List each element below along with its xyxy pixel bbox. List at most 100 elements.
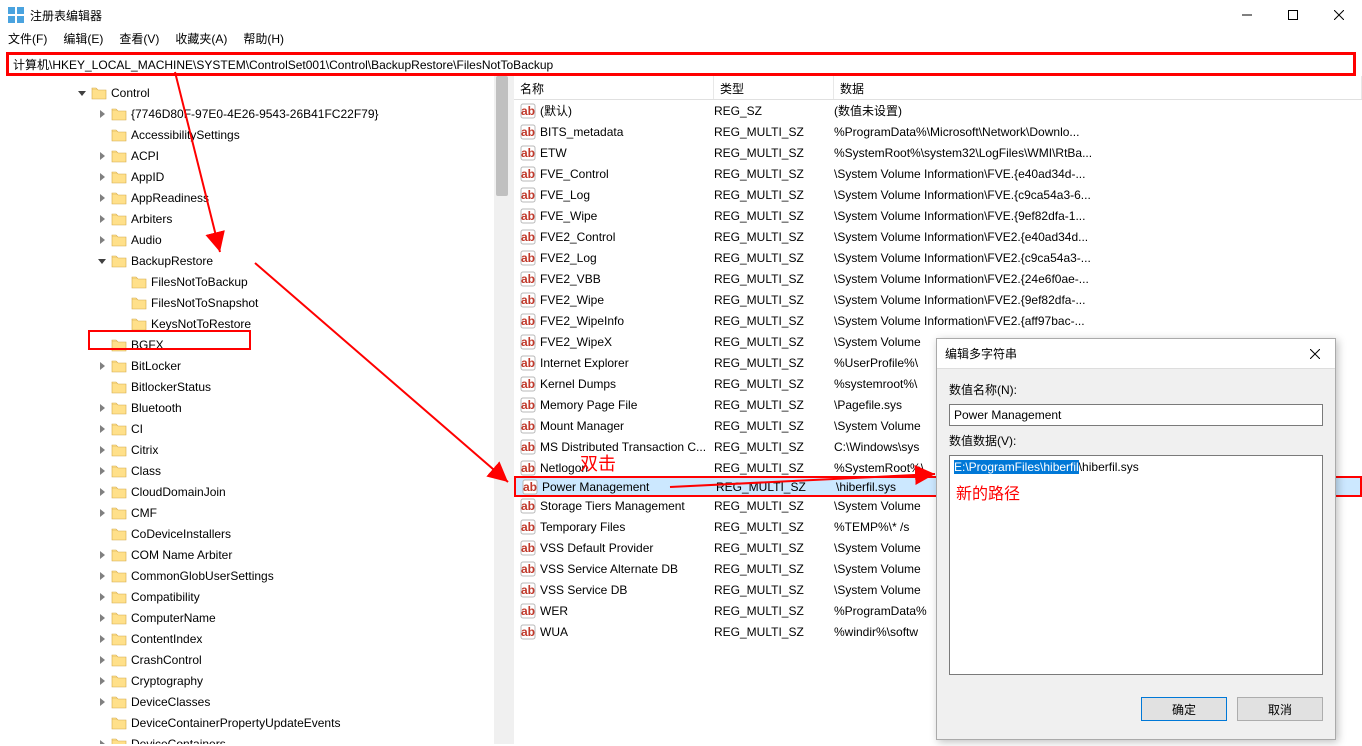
value-row[interactable]: abFVE2_LogREG_MULTI_SZ\System Volume Inf… (514, 247, 1362, 268)
tree-item[interactable]: FilesNotToBackup (0, 271, 510, 292)
tree-item[interactable]: DeviceContainerPropertyUpdateEvents (0, 712, 510, 733)
tree-item[interactable]: Control (0, 82, 510, 103)
value-type: REG_MULTI_SZ (714, 314, 834, 328)
expand-icon[interactable] (95, 635, 109, 643)
expand-icon[interactable] (95, 173, 109, 181)
expand-icon[interactable] (95, 236, 109, 244)
expand-icon[interactable] (95, 572, 109, 580)
tree-item[interactable]: AppID (0, 166, 510, 187)
value-data: \System Volume Information\FVE2.{e40ad34… (834, 230, 1362, 244)
tree-item[interactable]: Bluetooth (0, 397, 510, 418)
tree-item[interactable]: DeviceContainers (0, 733, 510, 744)
expand-icon[interactable] (95, 404, 109, 412)
expand-icon[interactable] (95, 152, 109, 160)
menu-help[interactable]: 帮助(H) (243, 30, 284, 50)
tree-item[interactable]: AppReadiness (0, 187, 510, 208)
value-row[interactable]: abBITS_metadataREG_MULTI_SZ%ProgramData%… (514, 121, 1362, 142)
tree-item[interactable]: Arbiters (0, 208, 510, 229)
expand-icon[interactable] (95, 467, 109, 475)
ok-button[interactable]: 确定 (1141, 697, 1227, 721)
tree-item[interactable]: Compatibility (0, 586, 510, 607)
tree-item[interactable]: BitlockerStatus (0, 376, 510, 397)
maximize-button[interactable] (1270, 0, 1316, 30)
tree-item[interactable]: ComputerName (0, 607, 510, 628)
tree-item[interactable]: COM Name Arbiter (0, 544, 510, 565)
value-name: FVE_Log (540, 188, 590, 202)
tree-item[interactable]: CommonGlobUserSettings (0, 565, 510, 586)
dialog-close-button[interactable] (1295, 339, 1335, 369)
minimize-button[interactable] (1224, 0, 1270, 30)
tree-item[interactable]: BGFX (0, 334, 510, 355)
tree-item[interactable]: BitLocker (0, 355, 510, 376)
svg-text:ab: ab (521, 146, 535, 160)
tree-item[interactable]: Class (0, 460, 510, 481)
value-name: FVE_Wipe (540, 209, 597, 223)
close-button[interactable] (1316, 0, 1362, 30)
expand-icon[interactable] (95, 677, 109, 685)
tree-item[interactable]: DeviceClasses (0, 691, 510, 712)
collapse-icon[interactable] (95, 257, 109, 265)
expand-icon[interactable] (95, 614, 109, 622)
tree-item[interactable]: CoDeviceInstallers (0, 523, 510, 544)
tree-item[interactable]: KeysNotToRestore (0, 313, 510, 334)
menu-view[interactable]: 查看(V) (119, 30, 159, 50)
tree-item[interactable]: FilesNotToSnapshot (0, 292, 510, 313)
expand-icon[interactable] (95, 698, 109, 706)
expand-icon[interactable] (95, 425, 109, 433)
expand-icon[interactable] (95, 509, 109, 517)
menu-edit[interactable]: 编辑(E) (63, 30, 103, 50)
col-header-name[interactable]: 名称 (514, 76, 714, 99)
value-row[interactable]: abFVE2_ControlREG_MULTI_SZ\System Volume… (514, 226, 1362, 247)
tree-item-label: COM Name Arbiter (131, 548, 232, 562)
cancel-button[interactable]: 取消 (1237, 697, 1323, 721)
collapse-icon[interactable] (75, 89, 89, 97)
expand-icon[interactable] (95, 740, 109, 745)
value-name: BITS_metadata (540, 125, 623, 139)
tree-scrollbar-thumb[interactable] (496, 76, 508, 196)
value-row[interactable]: ab(默认)REG_SZ(数值未设置) (514, 100, 1362, 121)
value-row[interactable]: abFVE2_WipeInfoREG_MULTI_SZ\System Volum… (514, 310, 1362, 331)
expand-icon[interactable] (95, 656, 109, 664)
value-data: \System Volume Information\FVE2.{aff97ba… (834, 314, 1362, 328)
tree-item[interactable]: BackupRestore (0, 250, 510, 271)
tree-item[interactable]: CMF (0, 502, 510, 523)
tree-item[interactable]: Audio (0, 229, 510, 250)
expand-icon[interactable] (95, 488, 109, 496)
tree-item[interactable]: ACPI (0, 145, 510, 166)
value-name: Temporary Files (540, 520, 625, 534)
col-header-type[interactable]: 类型 (714, 76, 834, 99)
value-name-input[interactable]: Power Management (949, 404, 1323, 426)
address-bar[interactable]: 计算机\HKEY_LOCAL_MACHINE\SYSTEM\ControlSet… (6, 52, 1356, 76)
tree-item[interactable]: CrashControl (0, 649, 510, 670)
expand-icon[interactable] (95, 446, 109, 454)
tree-item[interactable]: CloudDomainJoin (0, 481, 510, 502)
value-data-textarea[interactable]: E:\ProgramFiles\hiberfil\hiberfil.sys 新的… (949, 455, 1323, 675)
value-row[interactable]: abFVE2_WipeREG_MULTI_SZ\System Volume In… (514, 289, 1362, 310)
string-value-icon: ab (520, 103, 536, 119)
tree-item[interactable]: ContentIndex (0, 628, 510, 649)
menu-favorites[interactable]: 收藏夹(A) (175, 30, 227, 50)
value-row[interactable]: abFVE_LogREG_MULTI_SZ\System Volume Info… (514, 184, 1362, 205)
expand-icon[interactable] (95, 215, 109, 223)
value-row[interactable]: abETWREG_MULTI_SZ%SystemRoot%\system32\L… (514, 142, 1362, 163)
expand-icon[interactable] (95, 110, 109, 118)
value-row[interactable]: abFVE_ControlREG_MULTI_SZ\System Volume … (514, 163, 1362, 184)
tree-pane[interactable]: Control{7746D80F-97E0-4E26-9543-26B41FC2… (0, 76, 510, 744)
value-row[interactable]: abFVE2_VBBREG_MULTI_SZ\System Volume Inf… (514, 268, 1362, 289)
value-data: \System Volume Information\FVE.{9ef82dfa… (834, 209, 1362, 223)
tree-item[interactable]: AccessibilitySettings (0, 124, 510, 145)
expand-icon[interactable] (95, 551, 109, 559)
menu-file[interactable]: 文件(F) (8, 30, 47, 50)
col-header-data[interactable]: 数据 (834, 76, 1362, 99)
value-row[interactable]: abFVE_WipeREG_MULTI_SZ\System Volume Inf… (514, 205, 1362, 226)
tree-item[interactable]: Citrix (0, 439, 510, 460)
value-type: REG_MULTI_SZ (714, 146, 834, 160)
tree-scrollbar[interactable] (494, 76, 510, 744)
expand-icon[interactable] (95, 593, 109, 601)
tree-item[interactable]: {7746D80F-97E0-4E26-9543-26B41FC22F79} (0, 103, 510, 124)
expand-icon[interactable] (95, 194, 109, 202)
dialog-titlebar[interactable]: 编辑多字符串 (937, 339, 1335, 369)
tree-item[interactable]: Cryptography (0, 670, 510, 691)
expand-icon[interactable] (95, 362, 109, 370)
tree-item[interactable]: CI (0, 418, 510, 439)
